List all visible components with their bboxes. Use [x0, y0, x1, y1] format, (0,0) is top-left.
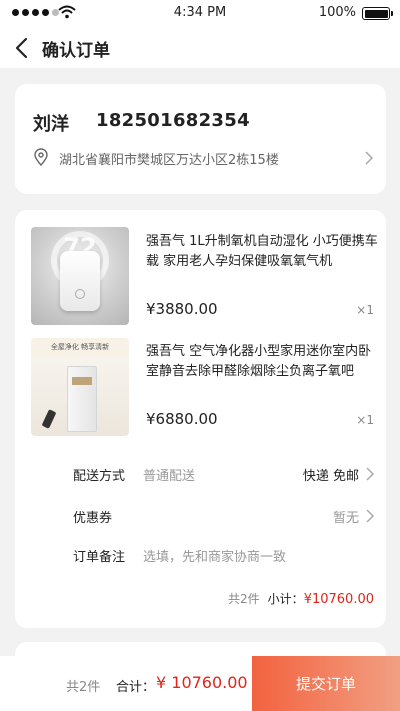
recipient-name: 刘洋 [33, 114, 69, 135]
product-title[interactable]: 强吾气 空气净化器小型家用迷你室内卧室静音去除甲醛除烟除尘负离子氧吧 [146, 342, 380, 382]
battery-percent: 100% [318, 5, 356, 20]
page-title: 确认订单 [42, 41, 110, 61]
delivery-option: 快递 免邮 [302, 469, 359, 484]
checkout-bar: 共2件 合计： ¥ 10760.00 提交订单 [0, 656, 400, 711]
subtotal-label: 小计： [267, 592, 304, 606]
product-image-text: 全屋净化 畅享清新 [31, 338, 129, 356]
product-quantity: ×1 [356, 303, 374, 317]
total-count: 共2件 [66, 680, 101, 695]
subtotal-count: 共2件 [228, 592, 260, 606]
status-bar: 4:34 PM 100% [0, 0, 400, 28]
coupon-value: 暂无 [332, 511, 359, 526]
chevron-right-icon [366, 509, 375, 523]
remark-label: 订单备注 [73, 550, 126, 565]
location-pin-icon [34, 148, 48, 166]
delivery-type: 普通配送 [143, 469, 196, 484]
submit-order-button[interactable]: 提交订单 [252, 656, 400, 711]
back-arrow-icon[interactable] [14, 37, 32, 59]
oxygen-machine-illustration [60, 251, 100, 311]
purifier-illustration [67, 366, 97, 432]
product-price: ¥6880.00 [146, 410, 218, 428]
product-price: ¥3880.00 [146, 300, 218, 318]
order-card: 72 强吾气 1L升制氧机自动湿化 小巧便携车载 家用老人孕妇保健吸氧氧气机 ¥… [15, 210, 386, 628]
subtotal: 共2件 小计：¥10760.00 [228, 590, 374, 607]
total-amount: ¥ 10760.00 [156, 673, 248, 692]
battery-icon [362, 7, 393, 20]
chevron-right-icon [365, 151, 374, 165]
nav-bar: 确认订单 [0, 28, 400, 68]
total-label: 合计： [116, 680, 156, 695]
coupon-label: 优惠券 [73, 511, 113, 526]
product-quantity: ×1 [356, 413, 374, 427]
subtotal-amount: ¥10760.00 [303, 592, 374, 607]
product-image-oxygen[interactable]: 72 [31, 227, 129, 325]
shipping-address: 湖北省襄阳市樊城区万达小区2栋15楼 [59, 153, 279, 168]
recipient-phone: 182501682354 [96, 110, 250, 131]
remark-input[interactable]: 选填，先和商家协商一致 [143, 546, 286, 565]
address-card[interactable]: 刘洋 182501682354 湖北省襄阳市樊城区万达小区2栋15楼 [15, 84, 386, 194]
remote-illustration [41, 409, 57, 429]
chevron-right-icon [366, 467, 375, 481]
delivery-label: 配送方式 [73, 469, 126, 484]
product-title[interactable]: 强吾气 1L升制氧机自动湿化 小巧便携车载 家用老人孕妇保健吸氧氧气机 [146, 232, 380, 272]
product-image-purifier[interactable]: 全屋净化 畅享清新 [31, 338, 129, 436]
